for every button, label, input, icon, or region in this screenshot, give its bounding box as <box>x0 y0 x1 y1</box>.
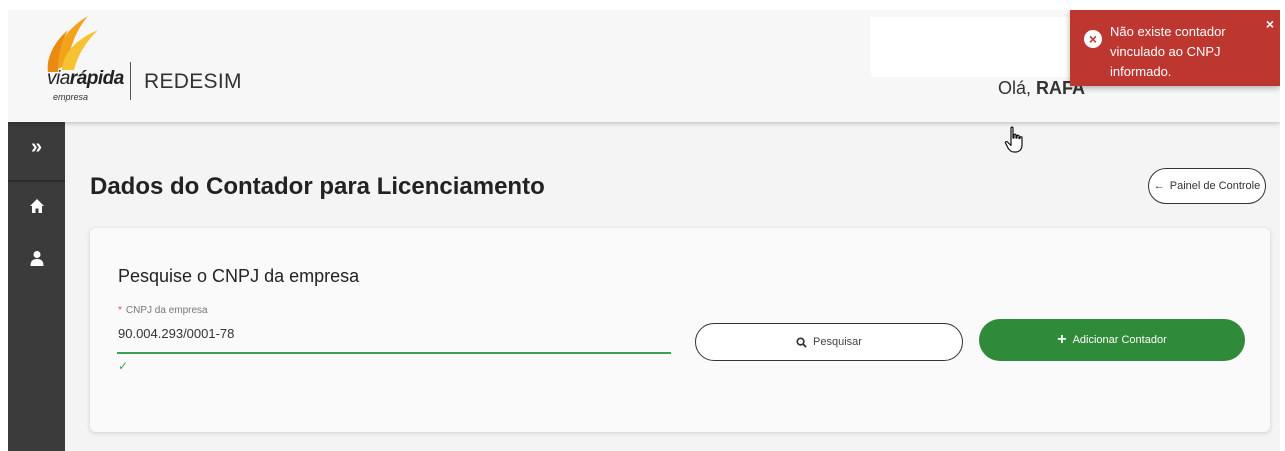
required-mark: * <box>118 305 122 316</box>
logo-wordmark: viarápida <box>47 68 124 89</box>
error-toast: × Não existe contador vinculado ao CNPJ … <box>1070 10 1280 86</box>
app-window: viarápida empresa REDESIM Olá, RAFA × Nã… <box>8 10 1280 451</box>
search-icon <box>796 336 807 348</box>
search-card: Pesquise o CNPJ da empresa * CNPJ da empr… <box>90 228 1270 432</box>
card-title: Pesquise o CNPJ da empresa <box>118 266 360 286</box>
logo-subtitle: empresa <box>53 92 89 102</box>
page-title: Dados do Contador para Licenciamento <box>90 173 545 200</box>
home-icon <box>29 199 44 213</box>
cnpj-label: * CNPJ da empresa <box>118 305 208 316</box>
back-to-dashboard-button[interactable]: ← Painel de Controle <box>1148 168 1266 204</box>
add-button-label: Adicionar Contador <box>1072 334 1167 346</box>
redacted-area <box>871 17 1071 77</box>
sidebar-item-user[interactable] <box>8 250 65 271</box>
hand-cursor-icon <box>1004 126 1023 153</box>
add-accountant-button[interactable]: + Adicionar Contador <box>979 319 1245 361</box>
cnpj-input[interactable] <box>118 326 668 341</box>
search-button[interactable]: Pesquisar <box>695 323 963 361</box>
user-icon <box>30 251 43 266</box>
search-button-label: Pesquisar <box>813 336 862 348</box>
arrow-left-icon: ← <box>1153 180 1165 192</box>
back-button-label: Painel de Controle <box>1169 180 1261 192</box>
toast-close-button[interactable]: × <box>1266 16 1274 32</box>
toast-message: Não existe contador vinculado ao CNPJ in… <box>1110 24 1226 79</box>
plus-icon: + <box>1057 331 1067 348</box>
sidebar-item-home[interactable] <box>8 198 65 219</box>
logo-divider <box>130 62 131 100</box>
product-name: REDESIM <box>144 70 242 93</box>
sidebar: » <box>8 122 65 451</box>
close-circle-icon: × <box>1084 30 1102 48</box>
viarapida-logo[interactable]: viarápida empresa <box>38 12 128 102</box>
sidebar-divider <box>8 180 65 182</box>
sidebar-toggle-button[interactable]: » <box>8 136 65 159</box>
input-underline <box>117 352 671 354</box>
valid-check-icon: ✓ <box>118 359 129 373</box>
